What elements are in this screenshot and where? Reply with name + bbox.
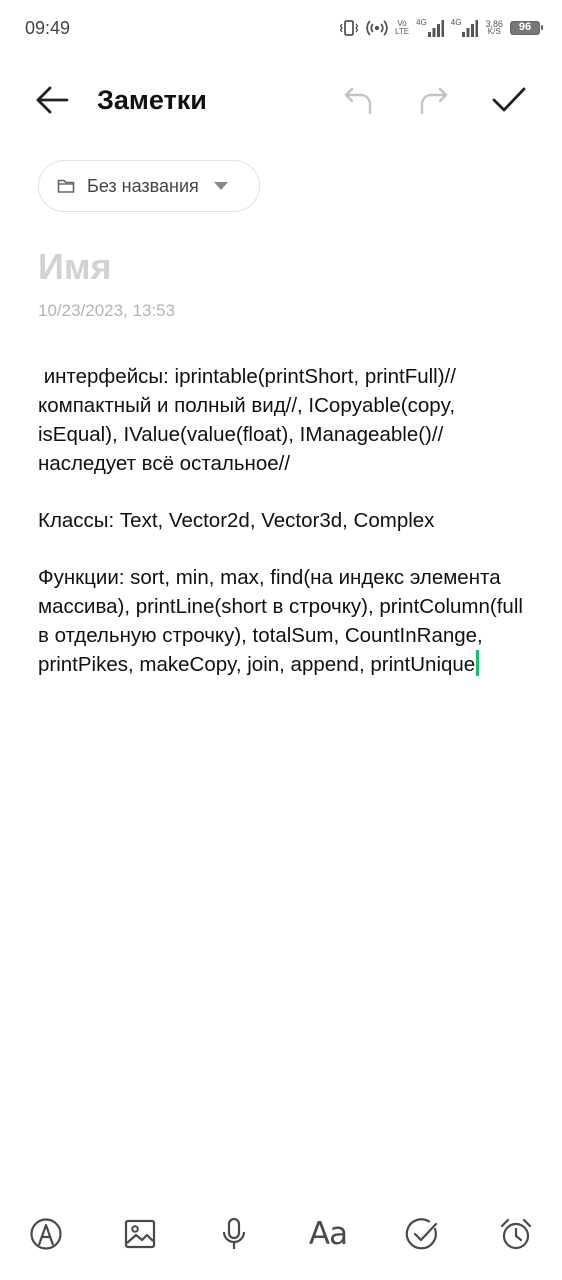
text-cursor — [476, 650, 480, 676]
note-date: 10/23/2023, 13:53 — [38, 301, 176, 320]
voice-input-button[interactable] — [208, 1208, 260, 1260]
vibrate-icon — [339, 19, 359, 37]
confirm-button[interactable] — [487, 78, 531, 122]
bottom-toolbar: Aa — [0, 1208, 562, 1260]
checklist-icon — [405, 1218, 438, 1250]
status-bar: 09:49 Vo LTE 4G 4G 3,86 K/S 96 — [0, 0, 562, 56]
image-icon — [124, 1219, 156, 1249]
undo-button[interactable] — [337, 78, 381, 122]
checklist-button[interactable] — [396, 1208, 448, 1260]
status-time: 09:49 — [25, 18, 71, 38]
note-body[interactable]: интерфейсы: iprintable(printShort, print… — [38, 362, 530, 707]
redo-icon — [420, 87, 448, 115]
page-title: Заметки — [97, 85, 207, 115]
undo-icon — [344, 87, 372, 115]
checkmark-icon — [492, 87, 526, 112]
note-paragraph-text: Функции: sort, min, max, find(на индекс … — [38, 566, 529, 676]
note-paragraph: интерфейсы: iprintable(printShort, print… — [38, 365, 462, 475]
note-title-input[interactable] — [38, 246, 518, 288]
folder-selector[interactable]: Без названия — [38, 160, 260, 212]
signal-bars-icon — [462, 20, 479, 37]
folder-name: Без названия — [87, 175, 199, 196]
battery-icon: 96 — [510, 21, 543, 35]
signal-2: 4G — [451, 19, 479, 37]
back-button[interactable] — [30, 78, 74, 122]
reminder-button[interactable] — [490, 1208, 542, 1260]
insert-image-button[interactable] — [114, 1208, 166, 1260]
hotspot-icon — [366, 18, 388, 38]
signal-2-label: 4G — [450, 18, 462, 27]
signal-1-label: 4G — [416, 18, 427, 27]
volte-bottom: LTE — [395, 27, 410, 36]
note-paragraph: Функции: sort, min, max, find(на индекс … — [38, 563, 530, 679]
folder-icon — [57, 178, 75, 194]
battery-level: 96 — [518, 21, 532, 33]
signal-bars-icon — [427, 20, 444, 37]
back-arrow-icon — [36, 86, 69, 114]
app-toolbar: Заметки — [0, 70, 562, 130]
chevron-down-icon — [213, 181, 229, 191]
alarm-clock-icon — [500, 1218, 532, 1250]
microphone-icon — [222, 1217, 246, 1249]
text-format-icon: Aa — [308, 1216, 348, 1252]
network-speed: 3,86 K/S — [485, 20, 503, 36]
note-paragraph: Классы: Text, Vector2d, Vector3d, Comple… — [38, 509, 435, 532]
status-icons: Vo LTE 4G 4G 3,86 K/S 96 — [339, 14, 543, 42]
speed-unit: K/S — [487, 27, 501, 36]
pen-icon — [30, 1218, 62, 1250]
signal-1: 4G — [416, 19, 444, 37]
handwriting-button[interactable] — [20, 1208, 72, 1260]
redo-button[interactable] — [411, 78, 455, 122]
volte-indicator: Vo LTE — [395, 20, 409, 36]
text-format-button[interactable]: Aa — [302, 1208, 354, 1260]
